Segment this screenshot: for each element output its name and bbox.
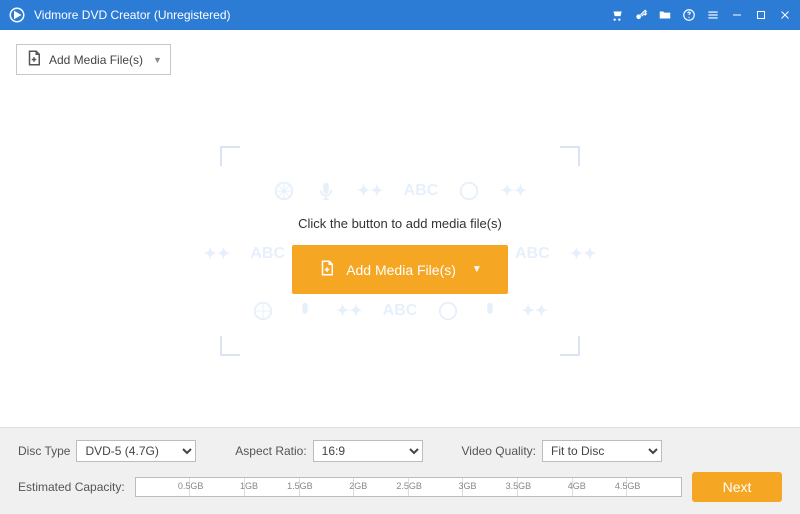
folder-icon[interactable] — [658, 8, 672, 22]
add-media-big-label: Add Media File(s) — [346, 262, 456, 278]
help-icon[interactable] — [682, 8, 696, 22]
minimize-icon[interactable] — [730, 8, 744, 22]
menu-icon[interactable] — [706, 8, 720, 22]
aspect-ratio-select[interactable]: 16:9 — [313, 440, 423, 462]
chevron-down-icon: ▼ — [472, 264, 482, 275]
disc-type-select[interactable]: DVD-5 (4.7G) — [76, 440, 196, 462]
add-media-big-button[interactable]: Add Media File(s) ▼ — [292, 245, 508, 294]
aspect-ratio-label: Aspect Ratio: — [235, 444, 306, 458]
file-add-icon — [25, 49, 43, 70]
titlebar: Vidmore DVD Creator (Unregistered) — [0, 0, 800, 30]
corner-marker — [560, 146, 580, 166]
watermark-row: ✦✦ ABC ✦✦ — [252, 300, 548, 322]
chevron-down-icon: ▼ — [153, 55, 162, 65]
corner-marker — [220, 336, 240, 356]
corner-marker — [560, 336, 580, 356]
video-quality-select[interactable]: Fit to Disc — [542, 440, 662, 462]
corner-marker — [220, 146, 240, 166]
app-title: Vidmore DVD Creator (Unregistered) — [34, 8, 610, 22]
toolbar: Add Media File(s) ▼ — [0, 30, 800, 75]
app-logo-icon — [8, 6, 26, 24]
next-button[interactable]: Next — [692, 472, 782, 502]
maximize-icon[interactable] — [754, 8, 768, 22]
footer: Disc Type DVD-5 (4.7G) Aspect Ratio: 16:… — [0, 427, 800, 514]
disc-type-label: Disc Type — [18, 444, 70, 458]
key-icon[interactable] — [634, 8, 648, 22]
close-icon[interactable] — [778, 8, 792, 22]
dropzone[interactable]: ✦✦ ABC ✦✦ Click the button to add media … — [220, 146, 580, 356]
add-media-small-label: Add Media File(s) — [49, 53, 143, 67]
cart-icon[interactable] — [610, 8, 624, 22]
dropzone-hint: Click the button to add media file(s) — [298, 216, 502, 231]
watermark-row: ✦✦ ABC ✦✦ — [273, 180, 527, 202]
main-area: ✦✦ ABC ✦✦ Click the button to add media … — [0, 75, 800, 427]
capacity-label: Estimated Capacity: — [18, 480, 125, 494]
capacity-ruler: 0.5GB 1GB 1.5GB 2GB 2.5GB 3GB 3.5GB 4GB … — [135, 477, 682, 497]
video-quality-label: Video Quality: — [462, 444, 537, 458]
file-add-icon — [318, 259, 336, 280]
add-media-small-button[interactable]: Add Media File(s) ▼ — [16, 44, 171, 75]
